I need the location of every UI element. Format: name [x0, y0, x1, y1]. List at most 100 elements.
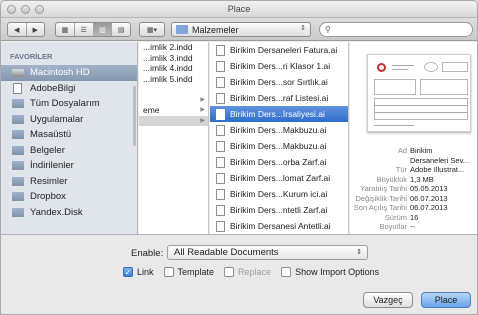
file-icon: [216, 76, 225, 88]
file-row[interactable]: Birikim Ders...Makbuzu.ai: [210, 138, 348, 154]
column-item[interactable]: ...imlik 5.indd: [139, 74, 208, 85]
column-item[interactable]: ▶: [139, 95, 208, 106]
list-view-button[interactable]: ☰: [75, 23, 94, 36]
updown-arrow-icon: ⇕: [300, 25, 306, 32]
logo-mark: [377, 63, 386, 72]
info-key: Tür: [395, 165, 407, 174]
file-row[interactable]: Birikim Ders...lomat Zarf.ai: [210, 170, 348, 186]
info-row: Değişiklik Tarihi 06.07.2013: [350, 194, 477, 204]
updown-arrow-icon: ⇕: [356, 249, 362, 256]
disclosure-arrow-icon: ▶: [200, 117, 205, 124]
file-row[interactable]: Birikim Ders...Makbuzu.ai: [210, 122, 348, 138]
file-name: Birikim Ders...Kurum ici.ai: [230, 189, 328, 199]
all-files-icon: [11, 98, 24, 109]
file-row[interactable]: Birikim Ders...orba Zarf.ai: [210, 154, 348, 170]
checkmark-icon: ✓: [123, 267, 133, 277]
file-row[interactable]: Birikim Dersaneleri Fatura.ai: [210, 42, 348, 58]
sidebar: FAVORİLER Macintosh HD AdobeBilgi Tüm Dosy…: [1, 42, 138, 234]
icon-view-button[interactable]: ▦: [56, 23, 75, 36]
file-row[interactable]: Birikim Ders...Kurum ici.ai: [210, 186, 348, 202]
preview-pane: Ad Birikim Dersaneleri Sev... Tür Adobe Illu…: [350, 42, 477, 234]
sidebar-item[interactable]: Tüm Dosyalarım: [1, 96, 137, 112]
options-panel: Enable: All Readable Documents ⇕ ✓ Link …: [1, 234, 477, 314]
info-key: Son Açılış Tarihi: [353, 203, 407, 212]
view-mode-buttons: ▦ ☰ ▥ ▤: [55, 22, 131, 37]
file-icon: [216, 60, 225, 72]
search-field[interactable]: ⚲: [319, 22, 473, 37]
info-value: 1,3 MB: [410, 174, 434, 184]
place-button[interactable]: Place: [421, 292, 471, 308]
file-icon: [216, 156, 225, 168]
path-popup[interactable]: Malzemeler ⇕: [171, 22, 311, 37]
folder-icon: [176, 25, 188, 34]
sidebar-item-label: İndirilenler: [30, 160, 74, 172]
info-row: Boyutlar --: [350, 222, 477, 232]
template-checkbox[interactable]: Template: [163, 267, 215, 277]
column-item[interactable]: eme ▶: [139, 105, 208, 116]
documents-icon: [11, 145, 24, 156]
back-button[interactable]: ◀: [8, 23, 27, 36]
forward-button[interactable]: ▶: [27, 23, 45, 36]
enable-value: All Readable Documents: [174, 247, 279, 258]
file-row[interactable]: Birikim Ders...ntetli Zarf.ai: [210, 202, 348, 218]
enable-popup[interactable]: All Readable Documents ⇕: [167, 245, 368, 260]
show-import-options-label: Show Import Options: [295, 267, 380, 277]
file-row[interactable]: Birikim Ders...İrsaliyesi.ai: [210, 106, 348, 122]
document-icon: [11, 82, 24, 94]
file-row[interactable]: Birikim Ders...ri Klasor 1.ai: [210, 58, 348, 74]
sidebar-item[interactable]: Belgeler: [1, 143, 137, 159]
show-import-options-checkbox[interactable]: Show Import Options: [281, 267, 379, 277]
sidebar-item[interactable]: Yandex.Disk: [1, 205, 137, 221]
file-icon: [216, 108, 225, 120]
info-row: Yaratılış Tarihi 05.05.2013: [350, 184, 477, 194]
sidebar-scrollbar[interactable]: [133, 86, 136, 146]
arrange-button[interactable]: ▦▾: [139, 22, 165, 37]
sidebar-item-label: Dropbox: [30, 191, 66, 203]
column-item-label: ...imlik 5.indd: [143, 73, 193, 84]
file-row[interactable]: Birikim Ders...sor Sırtlık.ai: [210, 74, 348, 90]
sidebar-header: FAVORİLER: [10, 52, 53, 61]
window-title: Place: [227, 4, 251, 14]
sidebar-item[interactable]: Dropbox: [1, 189, 137, 205]
file-row[interactable]: Birikim Dersanesi Antetli.ai: [210, 218, 348, 234]
coverflow-view-button[interactable]: ▤: [112, 23, 130, 36]
info-key: Boyutlar: [379, 222, 407, 231]
folder-icon: [11, 207, 24, 218]
column-item[interactable]: ▶: [139, 115, 208, 126]
sidebar-item[interactable]: AdobeBilgi: [1, 81, 137, 97]
info-row: Sürüm 16: [350, 213, 477, 223]
info-value: 06.07.2013: [410, 193, 448, 203]
file-name: Birikim Ders...lomat Zarf.ai: [230, 173, 331, 183]
sidebar-item[interactable]: Masaüstü: [1, 127, 137, 143]
cancel-button[interactable]: Vazgeç: [363, 292, 413, 308]
sidebar-item[interactable]: Resimler: [1, 174, 137, 190]
file-icon: [216, 124, 225, 136]
info-key: Ad: [397, 146, 407, 155]
sidebar-item[interactable]: Uygulamalar: [1, 112, 137, 128]
template-label: Template: [177, 267, 215, 277]
info-key: Sürüm: [384, 212, 407, 222]
place-options: ✓ Link Template Replace Show Import Opti…: [123, 267, 389, 277]
folder-icon: [11, 191, 24, 202]
link-checkbox[interactable]: ✓ Link: [123, 267, 154, 277]
column-item-label: ...imlik 4.indd: [143, 63, 193, 73]
info-row: Dersaneleri Sev...: [350, 156, 477, 166]
sidebar-item-label: Belgeler: [30, 144, 65, 156]
column-item[interactable]: ...imlik 3.indd: [139, 53, 208, 64]
column-item[interactable]: [139, 84, 208, 95]
disclosure-arrow-icon: ▶: [200, 96, 205, 103]
sidebar-item[interactable]: İndirilenler: [1, 158, 137, 174]
file-row[interactable]: Birikim Ders...raf Listesi.ai: [210, 90, 348, 106]
column-item[interactable]: ...imlik 4.indd: [139, 63, 208, 74]
file-icon: [216, 172, 225, 184]
column-item-label: ...imlik 3.indd: [143, 52, 193, 63]
column-view-button[interactable]: ▥: [93, 23, 113, 36]
sidebar-item[interactable]: Macintosh HD: [1, 65, 137, 81]
sidebar-item-label: Resimler: [30, 175, 68, 187]
info-key: [350, 156, 410, 166]
info-row: Ad Birikim: [350, 146, 477, 156]
sidebar-item-label: Masaüstü: [30, 129, 72, 141]
column-item[interactable]: ...imlik 2.indd: [139, 42, 208, 53]
sidebar-item-label: Uygulamalar: [30, 113, 84, 125]
disclosure-arrow-icon: ▶: [200, 107, 205, 113]
